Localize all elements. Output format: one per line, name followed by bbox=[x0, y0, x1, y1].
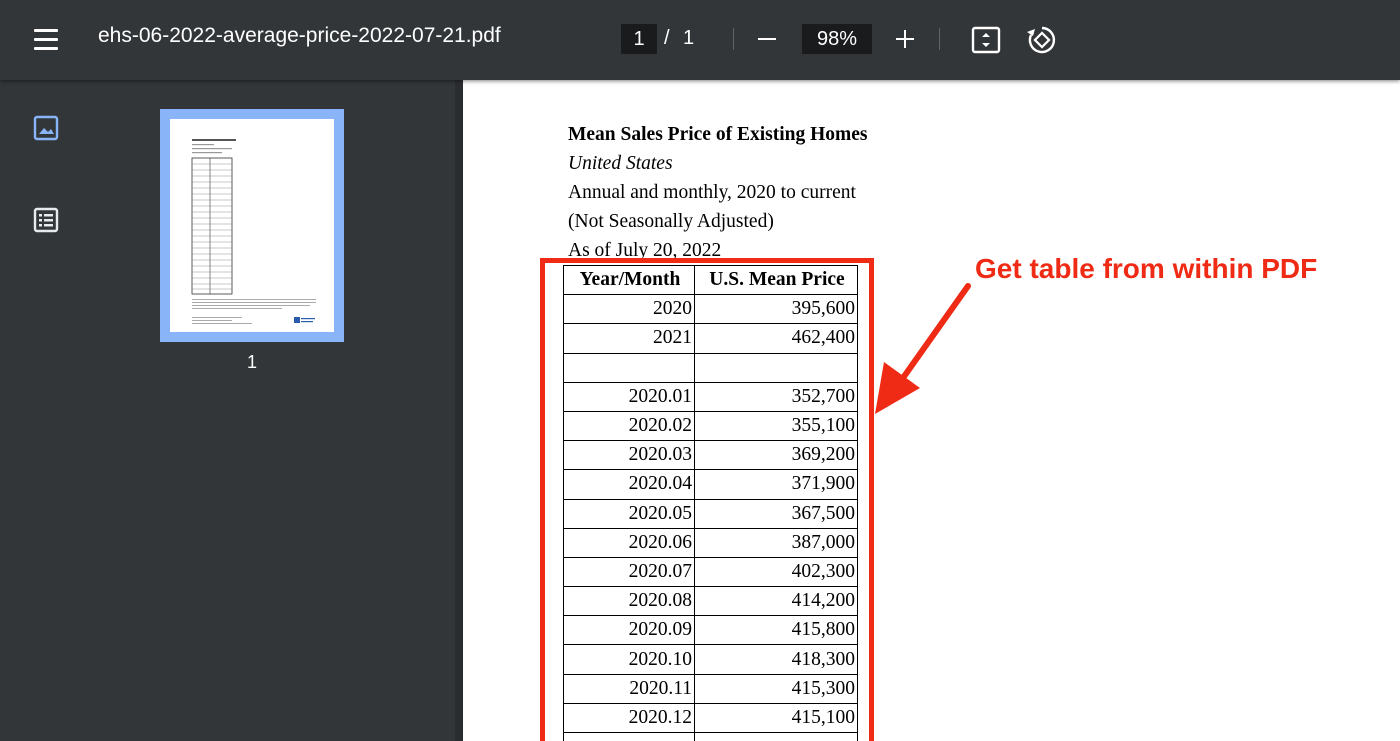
highlight-box bbox=[540, 258, 874, 741]
document-description: Annual and monthly, 2020 to current bbox=[568, 182, 856, 203]
document-note: (Not Seasonally Adjusted) bbox=[568, 211, 774, 232]
page-total: 1 bbox=[683, 27, 695, 49]
page-separator: / bbox=[664, 27, 670, 49]
toolbar-divider bbox=[733, 28, 734, 50]
page-thumbnail[interactable] bbox=[160, 109, 344, 342]
page-number-input[interactable]: 1 bbox=[621, 24, 657, 54]
zoom-out-button[interactable] bbox=[752, 24, 782, 54]
thumbnail-preview-image bbox=[170, 119, 334, 332]
pdf-toolbar: ehs-06-2022-average-price-2022-07-21.pdf… bbox=[0, 0, 1400, 80]
document-heading: Mean Sales Price of Existing Homes bbox=[568, 124, 868, 145]
thumbnail-page-number: 1 bbox=[246, 352, 257, 372]
list-icon[interactable] bbox=[33, 207, 59, 233]
sidebar-divider bbox=[455, 80, 463, 741]
thumbnail-sidebar: 1 bbox=[0, 80, 455, 741]
fit-to-page-icon[interactable] bbox=[970, 24, 1002, 56]
zoom-level-input[interactable]: 98% bbox=[802, 24, 872, 54]
image-icon[interactable] bbox=[33, 115, 59, 141]
document-title: ehs-06-2022-average-price-2022-07-21.pdf bbox=[98, 24, 501, 47]
annotation-label: Get table from within PDF bbox=[975, 253, 1318, 284]
annotation-arrow-icon bbox=[875, 283, 971, 414]
document-subheading: United States bbox=[568, 153, 673, 174]
menu-icon[interactable] bbox=[28, 22, 64, 58]
toolbar-divider bbox=[939, 28, 940, 50]
zoom-in-button[interactable] bbox=[890, 24, 920, 54]
rotate-icon[interactable] bbox=[1025, 23, 1059, 57]
